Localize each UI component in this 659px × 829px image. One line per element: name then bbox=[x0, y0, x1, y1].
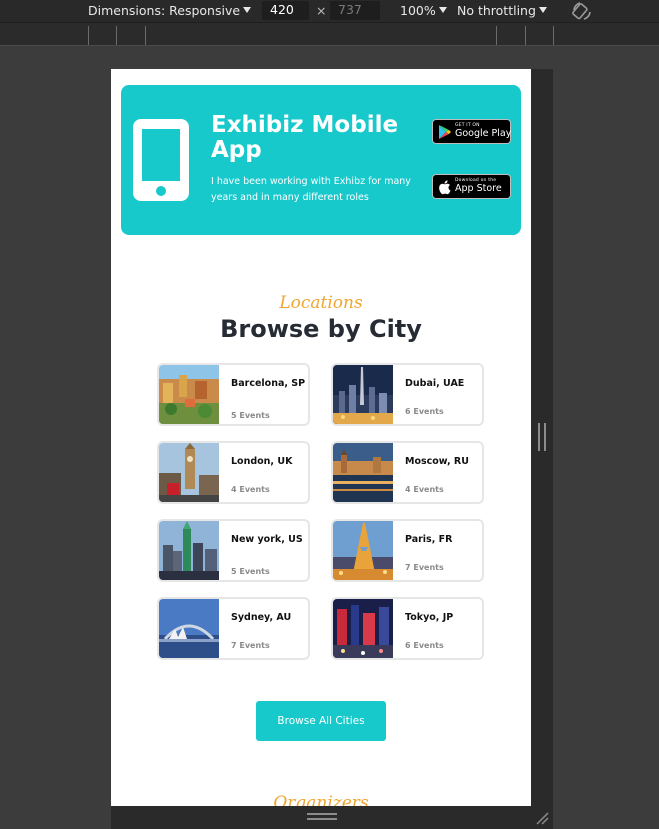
google-play-button[interactable]: GET IT ON Google Play bbox=[432, 119, 511, 144]
city-name: New york, US bbox=[231, 534, 303, 545]
chevron-down-icon bbox=[538, 7, 547, 13]
dimensions-label: Dimensions: Responsive bbox=[88, 3, 241, 18]
city-events-count: 4 Events bbox=[405, 485, 444, 494]
city-thumbnail-london bbox=[159, 443, 219, 502]
city-events-count: 7 Events bbox=[231, 641, 270, 650]
city-thumbnail-moscow bbox=[333, 443, 393, 502]
resize-corner-icon[interactable] bbox=[535, 811, 549, 825]
city-thumbnail-new-york bbox=[159, 521, 219, 580]
city-events-count: 7 Events bbox=[405, 563, 444, 572]
city-name: Sydney, AU bbox=[231, 612, 292, 623]
city-card-sydney[interactable]: Sydney, AU 7 Events bbox=[157, 597, 310, 660]
google-play-icon bbox=[439, 125, 451, 139]
page-viewport: Exhibiz Mobile App I have been working w… bbox=[111, 69, 531, 806]
zoom-dropdown[interactable]: 100% bbox=[400, 3, 447, 18]
city-name: London, UK bbox=[231, 456, 293, 467]
city-card-tokyo[interactable]: Tokyo, JP 6 Events bbox=[331, 597, 484, 660]
city-name: Tokyo, JP bbox=[405, 612, 454, 623]
city-events-count: 4 Events bbox=[231, 485, 270, 494]
ruler-tick bbox=[116, 26, 117, 45]
google-play-big: Google Play bbox=[455, 128, 512, 139]
city-card-new-york[interactable]: New york, US 5 Events bbox=[157, 519, 310, 582]
city-thumbnail-barcelona bbox=[159, 365, 219, 424]
city-name: Dubai, UAE bbox=[405, 378, 465, 389]
zoom-label: 100% bbox=[400, 3, 436, 18]
chevron-down-icon bbox=[438, 7, 447, 13]
media-query-ruler bbox=[0, 22, 659, 46]
city-thumbnail-tokyo bbox=[333, 599, 393, 658]
city-thumbnail-paris bbox=[333, 521, 393, 580]
ruler-tick bbox=[88, 26, 89, 45]
city-card-london[interactable]: London, UK 4 Events bbox=[157, 441, 310, 504]
city-events-count: 5 Events bbox=[231, 411, 270, 420]
city-name: Moscow, RU bbox=[405, 456, 469, 467]
city-events-count: 6 Events bbox=[405, 407, 444, 416]
smartphone-icon bbox=[133, 119, 189, 201]
resize-handle-bottom[interactable] bbox=[307, 813, 337, 820]
dimensions-dropdown[interactable]: Dimensions: Responsive bbox=[88, 3, 252, 18]
city-card-paris[interactable]: Paris, FR 7 Events bbox=[331, 519, 484, 582]
app-store-big: App Store bbox=[455, 183, 502, 194]
browse-all-cities-button[interactable]: Browse All Cities bbox=[256, 701, 386, 741]
city-thumbnail-sydney bbox=[159, 599, 219, 658]
height-input[interactable]: 737 bbox=[330, 1, 380, 20]
ruler-tick bbox=[145, 26, 146, 45]
banner-title: Exhibiz Mobile App bbox=[211, 112, 399, 163]
city-card-moscow[interactable]: Moscow, RU 4 Events bbox=[331, 441, 484, 504]
mobile-app-banner: Exhibiz Mobile App I have been working w… bbox=[121, 85, 521, 235]
city-events-count: 5 Events bbox=[231, 567, 270, 576]
throttling-label: No throttling bbox=[457, 3, 536, 18]
city-name: Barcelona, SP bbox=[231, 378, 306, 389]
city-thumbnail-dubai bbox=[333, 365, 393, 424]
width-input[interactable]: 420 bbox=[262, 1, 309, 20]
city-card-dubai[interactable]: Dubai, UAE 6 Events bbox=[331, 363, 484, 426]
ruler-tick bbox=[525, 26, 526, 45]
rotate-icon[interactable] bbox=[571, 0, 593, 22]
apple-icon bbox=[439, 180, 451, 195]
ruler-tick bbox=[553, 26, 554, 45]
devtools-toolbar: Dimensions: Responsive 420 × 737 100% No… bbox=[0, 0, 659, 22]
banner-description: I have been working with Exhibz for many… bbox=[211, 176, 411, 203]
app-store-button[interactable]: Download on the App Store bbox=[432, 174, 511, 199]
locations-kicker: Locations bbox=[279, 293, 363, 313]
chevron-down-icon bbox=[243, 7, 252, 13]
browse-by-city-title: Browse by City bbox=[220, 315, 422, 343]
city-events-count: 6 Events bbox=[405, 641, 444, 650]
city-name: Paris, FR bbox=[405, 534, 453, 545]
ruler-tick bbox=[496, 26, 497, 45]
city-card-barcelona[interactable]: Barcelona, SP 5 Events bbox=[157, 363, 310, 426]
resize-handle-right[interactable] bbox=[538, 423, 546, 451]
dimension-separator: × bbox=[316, 3, 327, 18]
organizers-kicker: Organizers bbox=[273, 793, 369, 806]
throttling-dropdown[interactable]: No throttling bbox=[457, 3, 547, 18]
